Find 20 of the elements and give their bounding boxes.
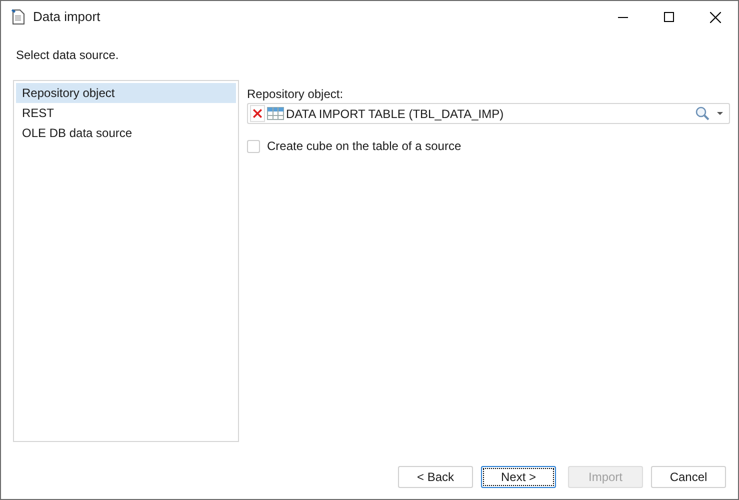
dialog-button[interactable]: < Back	[398, 466, 473, 488]
dialog-button[interactable]: Cancel	[651, 466, 726, 488]
field-value: DATA IMPORT TABLE (TBL_DATA_IMP)	[286, 106, 504, 122]
search-icon[interactable]	[695, 106, 710, 121]
dropdown-caret-icon[interactable]	[717, 112, 723, 115]
dialog-button[interactable]: Next >	[481, 466, 556, 488]
close-icon[interactable]	[710, 12, 720, 22]
source-item[interactable]: OLE DB data source	[16, 123, 236, 143]
table-icon	[267, 107, 284, 120]
checkbox-label: Create cube on the table of a source	[267, 138, 462, 155]
document-icon	[11, 9, 25, 25]
clear-icon[interactable]	[250, 105, 265, 122]
window-title: Data import	[33, 8, 100, 26]
checkbox[interactable]	[247, 140, 260, 152]
field-label: Repository object:	[247, 86, 344, 100]
source-item[interactable]: Repository object	[16, 83, 236, 103]
source-item[interactable]: REST	[16, 103, 236, 123]
instruction-text: Select data source.	[16, 47, 120, 62]
repository-field[interactable]: DATA IMPORT TABLE (TBL_DATA_IMP)	[247, 103, 730, 124]
maximize-icon[interactable]	[664, 12, 674, 22]
